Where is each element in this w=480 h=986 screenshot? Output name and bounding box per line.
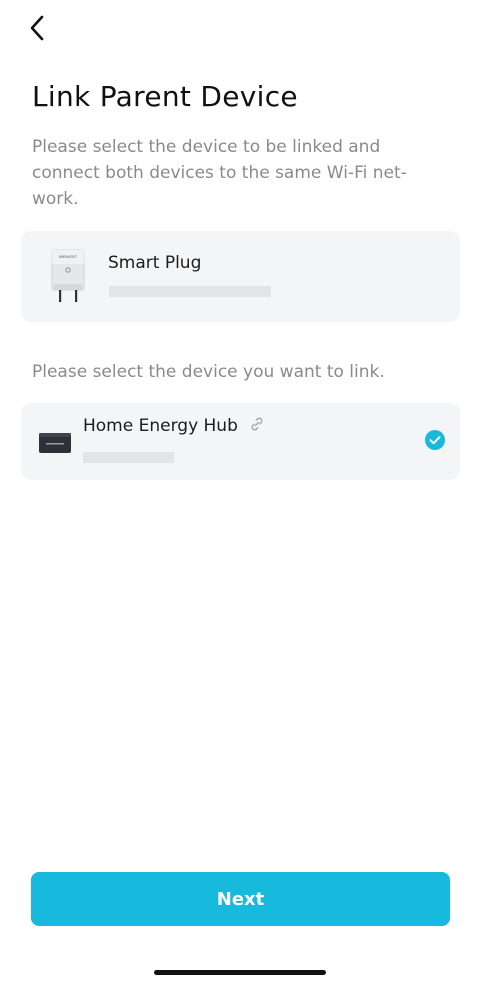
section-label: Please select the device you want to lin… xyxy=(32,362,385,382)
home-energy-hub-icon xyxy=(39,433,71,453)
check-circle-icon[interactable] xyxy=(425,430,445,450)
hub-device-card[interactable]: Home Energy Hub xyxy=(21,403,460,480)
hub-device-detail-placeholder xyxy=(83,452,174,463)
parent-device-detail-placeholder xyxy=(109,286,271,297)
hub-device-name-row: Home Energy Hub xyxy=(83,416,265,436)
smart-plug-icon: IMENVOLT xyxy=(51,249,85,302)
page-subtitle: Please select the device to be linked an… xyxy=(32,137,407,209)
parent-device-name: Smart Plug xyxy=(108,253,202,273)
link-icon xyxy=(251,417,263,431)
page-title: Link Parent Device xyxy=(32,80,298,113)
parent-device-card: IMENVOLT Smart Plug xyxy=(21,231,460,322)
next-button[interactable]: Next xyxy=(31,872,450,926)
chevron-left-icon xyxy=(30,15,44,41)
back-button[interactable] xyxy=(20,10,56,46)
hub-device-name: Home Energy Hub xyxy=(83,416,238,436)
home-indicator xyxy=(154,970,326,975)
plug-brand-text: IMENVOLT xyxy=(59,255,78,259)
